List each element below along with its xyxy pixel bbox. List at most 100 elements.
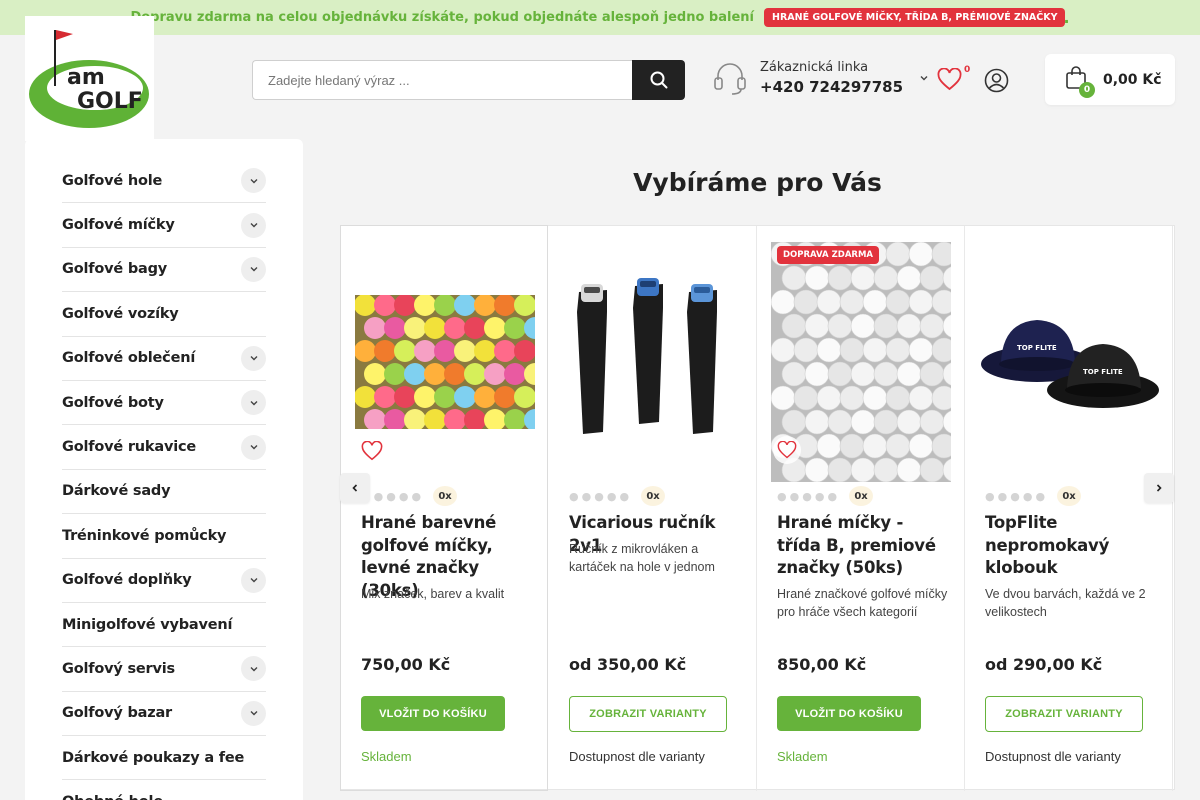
- amgolf-logo-icon: am GOLF: [29, 30, 149, 128]
- sidebar-item[interactable]: Ohebné hole ...: [62, 780, 266, 800]
- towel-image: [577, 278, 717, 434]
- sidebar-item-label: Golfové rukavice: [62, 439, 196, 456]
- expand-toggle[interactable]: [241, 567, 266, 593]
- star-icon: ●: [827, 489, 838, 503]
- show-variants-button[interactable]: ZOBRAZIT VARIANTY: [985, 696, 1143, 732]
- product-price: 750,00 Kč: [361, 655, 451, 674]
- expand-toggle[interactable]: [241, 390, 266, 416]
- sidebar-item[interactable]: Golfový servis: [62, 647, 266, 692]
- star-icon: ●: [777, 489, 787, 503]
- stock-status: Skladem: [361, 749, 412, 764]
- search-bar: [252, 60, 685, 100]
- star-icon: ●: [594, 489, 604, 503]
- add-to-cart-button[interactable]: VLOŽIT DO KOŠÍKU: [361, 696, 505, 731]
- chevron-down-icon: [250, 711, 257, 716]
- customer-hotline[interactable]: Zákaznická linka +420 724297785: [712, 60, 929, 96]
- add-to-cart-button[interactable]: VLOŽIT DO KOŠÍKU: [777, 696, 921, 731]
- product-card[interactable]: DOPRAVA ZDARMA ● ● ● ● ● 0x Hrané míčky - tř…: [757, 226, 965, 791]
- product-image[interactable]: TOP FLITE TOP FLITE: [979, 242, 1159, 482]
- promo-bar: Dopravu zdarma na celou objednávku získá…: [0, 0, 1200, 35]
- sidebar-item[interactable]: Dárkové poukazy a fee: [62, 736, 266, 781]
- section-title: Vybíráme pro Vás: [633, 168, 882, 197]
- sidebar-item[interactable]: Golfové vozíky: [62, 292, 266, 337]
- star-icon: ●: [814, 489, 825, 503]
- product-card[interactable]: ●●●●● 0x Hrané barevné golfové míčky, le…: [340, 225, 548, 791]
- sidebar-item-label: Golfové míčky: [62, 217, 175, 234]
- chevron-down-icon: [250, 400, 257, 406]
- rating: ●●●●● 0x: [569, 486, 666, 506]
- heart-icon: [361, 441, 383, 461]
- star-icon: ●: [1022, 489, 1033, 503]
- promo-badge[interactable]: HRANÉ GOLFOVÉ MÍČKY, TŘÍDA B, PRÉMIOVÉ Z…: [764, 8, 1066, 27]
- sidebar-item-label: Golfové vozíky: [62, 305, 179, 322]
- product-title[interactable]: Hrané míčky - třída B, premiové značky (…: [777, 512, 952, 580]
- sidebar-item[interactable]: Golfové hole: [62, 159, 266, 204]
- star-icon: ●: [373, 489, 384, 503]
- stock-status: Skladem: [777, 749, 828, 764]
- sidebar-item[interactable]: Golfový bazar: [62, 692, 266, 737]
- rating-count: 0x: [641, 486, 666, 506]
- product-title[interactable]: TopFlite nepromokavý klobouk: [985, 512, 1160, 580]
- star-icon: ●: [581, 489, 592, 503]
- sidebar-item-label: Golfové oblečení: [62, 350, 196, 367]
- sidebar-item[interactable]: Golfové boty: [62, 381, 266, 426]
- star-icon: ●: [398, 489, 409, 503]
- sidebar-item[interactable]: Golfové rukavice: [62, 425, 266, 470]
- hotline-label: Zákaznická linka: [760, 60, 869, 75]
- cart-button[interactable]: 0 0,00 Kč: [1045, 54, 1175, 105]
- chevron-down-icon: [250, 178, 257, 184]
- expand-toggle[interactable]: [241, 212, 266, 238]
- search-button[interactable]: [632, 60, 685, 100]
- expand-toggle[interactable]: [241, 168, 266, 194]
- product-card[interactable]: ● ● ● ● ● 0x Vicarious ručník 2v1 Ručník z m…: [549, 226, 757, 791]
- svg-text:TOP FLITE: TOP FLITE: [1017, 344, 1057, 352]
- sidebar-item[interactable]: Golfové míčky: [62, 203, 266, 248]
- rating-count: 0x: [849, 486, 874, 506]
- sidebar-item[interactable]: Tréninkové pomůcky: [62, 514, 266, 559]
- product-price: 850,00 Kč: [777, 655, 867, 674]
- stock-status: Dostupnost dle varianty: [569, 749, 705, 764]
- rating-count: 0x: [433, 486, 458, 506]
- search-input[interactable]: [252, 60, 632, 100]
- wishlist-button[interactable]: [937, 67, 962, 95]
- product-description: Ve dvou barvách, každá ve 2 velikostech: [985, 587, 1146, 619]
- expand-toggle[interactable]: [241, 434, 266, 460]
- expand-toggle[interactable]: [241, 700, 266, 726]
- sidebar-item[interactable]: Golfové bagy: [62, 248, 266, 293]
- chevron-right-icon: [1156, 484, 1162, 492]
- logo[interactable]: am GOLF: [25, 16, 154, 141]
- chevron-down-icon: [250, 578, 257, 583]
- product-card[interactable]: TOP FLITE TOP FLITE ● ● ● ● ● 0x TopFlite ne…: [965, 226, 1173, 791]
- chevron-down-icon[interactable]: [919, 73, 929, 83]
- heart-icon: [937, 67, 962, 91]
- star-icon: ●: [789, 489, 800, 503]
- sidebar-item[interactable]: Minigolfové vybavení: [62, 603, 266, 648]
- add-to-wishlist-button[interactable]: [773, 436, 801, 464]
- sidebar-item-label: Ohebné hole ...: [62, 794, 184, 800]
- hotline-phone[interactable]: +420 724297785: [760, 78, 903, 96]
- expand-toggle[interactable]: [241, 256, 266, 282]
- user-account-button[interactable]: [984, 68, 1009, 97]
- carousel-prev-button[interactable]: [340, 473, 370, 503]
- product-image[interactable]: [563, 242, 743, 482]
- carousel-next-button[interactable]: [1144, 473, 1174, 503]
- sidebar-item-label: Golfové boty: [62, 394, 164, 411]
- sidebar-item[interactable]: Dárkové sady: [62, 470, 266, 515]
- stock-status: Dostupnost dle varianty: [985, 749, 1121, 764]
- product-description: Ručník z mikrovláken a kartáček na hole …: [569, 542, 715, 574]
- expand-toggle[interactable]: [241, 656, 266, 682]
- sidebar-item[interactable]: Golfové doplňky: [62, 559, 266, 603]
- sidebar-item-label: Golfové bagy: [62, 261, 168, 278]
- star-icon: ●: [386, 489, 396, 503]
- sidebar-item-label: Golfové doplňky: [62, 572, 192, 589]
- sidebar-item[interactable]: Golfové oblečení: [62, 337, 266, 381]
- sidebar-item-label: Golfové hole: [62, 172, 163, 189]
- show-variants-button[interactable]: ZOBRAZIT VARIANTY: [569, 696, 727, 732]
- header: am GOLF Zákaznická linka +420 724297785: [0, 16, 1200, 141]
- expand-toggle[interactable]: [241, 345, 266, 371]
- star-icon: ●: [997, 489, 1008, 503]
- rating-count: 0x: [1057, 486, 1082, 506]
- bucket-hat-image: TOP FLITE TOP FLITE: [981, 320, 1159, 408]
- add-to-wishlist-button[interactable]: [359, 439, 385, 463]
- star-icon: ●: [1010, 489, 1020, 503]
